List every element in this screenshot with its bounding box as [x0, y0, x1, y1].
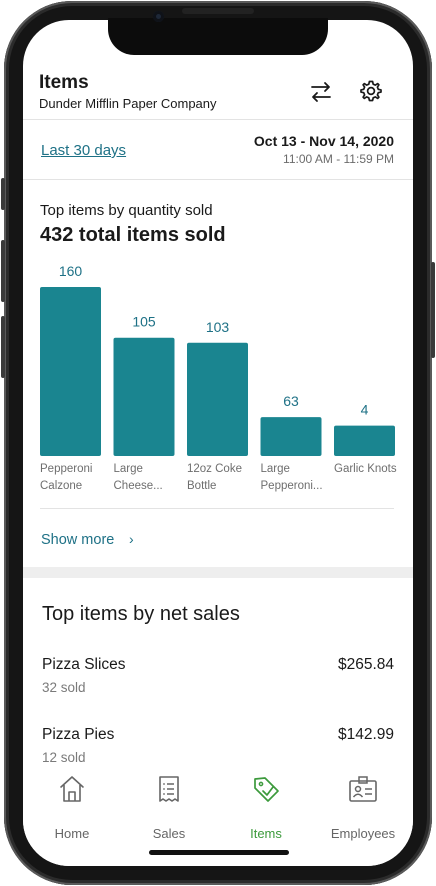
quantity-total: 432 total items sold	[40, 224, 226, 246]
divider	[23, 119, 413, 120]
side-button	[1, 178, 5, 210]
bar[interactable]	[260, 417, 322, 456]
bar-value-label: 63	[283, 393, 299, 409]
net-sales-item-sold: 32 sold	[42, 680, 86, 695]
net-sales-title: Top items by net sales	[42, 603, 240, 625]
camera	[153, 11, 164, 22]
bar-category-label: 12oz Coke	[187, 463, 242, 475]
gear-icon[interactable]	[359, 79, 383, 103]
tab-items[interactable]: Items	[220, 774, 312, 841]
bar-category-label: Large	[261, 463, 290, 475]
date-range-dates: Oct 13 - Nov 14, 2020	[253, 133, 394, 149]
quantity-section-title: Top items by quantity sold	[40, 202, 213, 219]
bar-value-label: 105	[132, 314, 156, 330]
bar[interactable]	[40, 287, 101, 456]
app-screen: Items Dunder Mifflin Paper Company Last …	[23, 20, 413, 866]
swap-arrows-icon[interactable]	[308, 80, 334, 104]
home-indicator	[149, 850, 289, 855]
net-sales-item-name[interactable]: Pizza Slices	[42, 656, 126, 674]
bar-category-label: Pepperoni...	[261, 480, 323, 492]
bar[interactable]	[187, 342, 248, 456]
receipt-icon	[159, 776, 179, 802]
net-sales-item-name[interactable]: Pizza Pies	[42, 726, 114, 744]
tab-items-label: Items	[250, 826, 282, 841]
bar-value-label: 160	[59, 263, 83, 279]
divider	[40, 508, 394, 509]
id-badge-icon	[349, 776, 377, 802]
quantity-bar-chart: 160 Pepperoni Calzone 105 Large Cheese... 103 1…	[40, 263, 397, 492]
tag-icon	[254, 777, 279, 802]
bar-value-label: 103	[206, 319, 230, 335]
divider	[23, 179, 413, 180]
side-button	[431, 262, 435, 358]
net-sales-item-amount: $265.84	[337, 656, 394, 673]
tab-employees-label: Employees	[330, 826, 396, 841]
home-icon	[60, 776, 84, 802]
tab-employees[interactable]: Employees	[317, 774, 409, 841]
bar-category-label: Garlic Knots	[334, 463, 397, 475]
chevron-right-icon[interactable]: ›	[129, 531, 134, 547]
net-sales-item-sold: 12 sold	[42, 750, 86, 765]
tab-sales-label: Sales	[152, 826, 186, 841]
tab-sales[interactable]: Sales	[123, 774, 215, 841]
tab-home[interactable]: Home	[26, 774, 118, 841]
show-more-link[interactable]: Show more	[41, 532, 114, 548]
bar-category-label: Large	[114, 463, 143, 475]
bar-value-label: 4	[361, 402, 369, 418]
page-title: Items	[39, 72, 89, 93]
tab-home-label: Home	[54, 826, 90, 841]
bar[interactable]	[334, 425, 395, 456]
bar-category-label: Cheese...	[114, 480, 163, 492]
business-name: Dunder Mifflin Paper Company	[39, 96, 217, 111]
bar[interactable]	[113, 337, 175, 456]
bar-category-label: Calzone	[40, 480, 82, 492]
bar-category-label: Pepperoni	[40, 463, 92, 475]
date-range-preset-link[interactable]: Last 30 days	[41, 142, 126, 159]
side-button	[1, 316, 5, 378]
date-range-times: 11:00 AM - 11:59 PM	[283, 152, 394, 166]
speaker	[182, 8, 254, 14]
bar-category-label: Bottle	[187, 480, 216, 492]
section-separator	[23, 567, 413, 578]
side-button	[1, 240, 5, 302]
net-sales-item-amount: $142.99	[337, 726, 394, 743]
notch	[108, 18, 328, 55]
